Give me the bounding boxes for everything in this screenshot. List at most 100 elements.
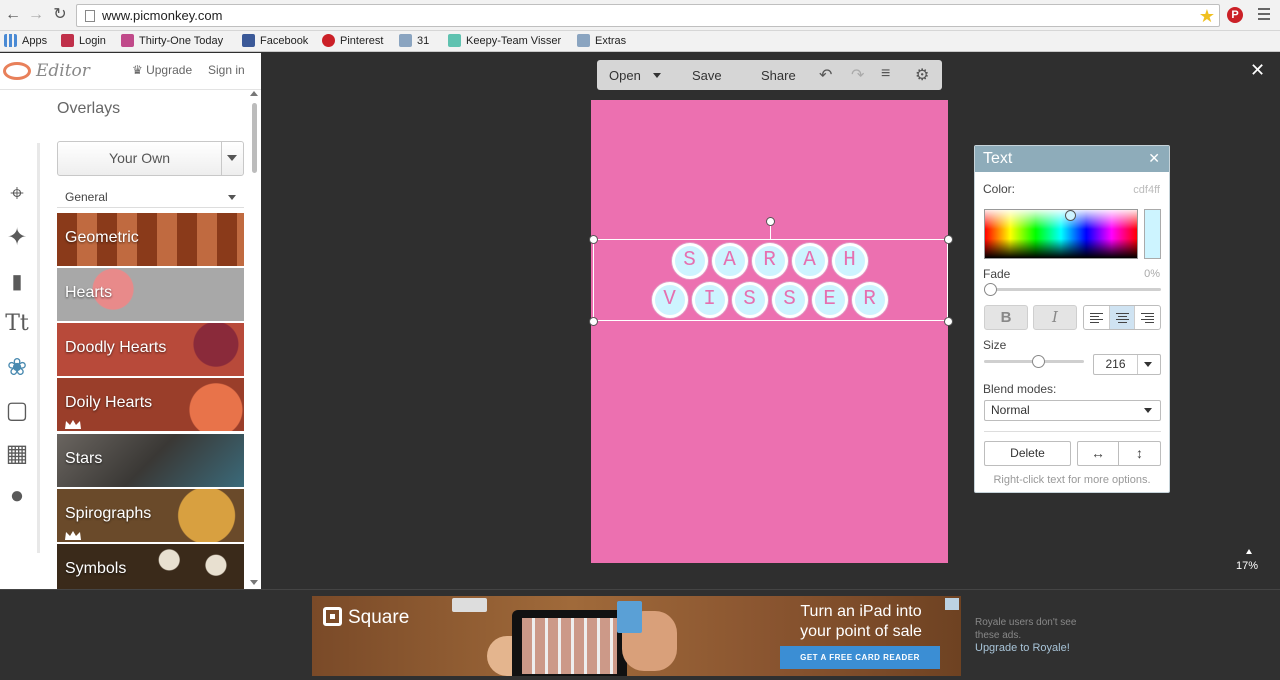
- square-ad-banner[interactable]: Square Turn an iPad into your point of s…: [312, 596, 961, 676]
- fade-value: 0%: [1144, 268, 1160, 280]
- chevron-down-icon: [228, 195, 236, 200]
- bookmark-label: Thirty-One Today: [139, 34, 224, 47]
- color-picker-handle[interactable]: [1065, 210, 1076, 221]
- overlay-stars[interactable]: Stars: [57, 434, 244, 487]
- italic-button[interactable]: I: [1033, 305, 1077, 330]
- palette-header[interactable]: Text ✕: [975, 146, 1169, 172]
- bookmark-login[interactable]: Login: [61, 34, 106, 47]
- overlay-symbols[interactable]: Symbols: [57, 544, 244, 589]
- rotate-handle[interactable]: [766, 217, 775, 226]
- resize-handle-bl[interactable]: [589, 317, 598, 326]
- align-right-icon[interactable]: [1135, 306, 1160, 329]
- magic-wand-icon[interactable]: ✦: [4, 225, 30, 251]
- forward-arrow-icon[interactable]: →: [27, 6, 45, 24]
- scroll-up-icon[interactable]: [250, 91, 258, 96]
- login-favicon: [61, 34, 74, 47]
- category-select[interactable]: General: [57, 186, 244, 208]
- sign-in-link[interactable]: Sign in: [208, 63, 245, 77]
- facebook-icon: [242, 34, 255, 47]
- size-slider-knob[interactable]: [1032, 355, 1045, 368]
- reload-icon[interactable]: ↻: [51, 6, 69, 24]
- crown-icon: [65, 531, 81, 540]
- crop-icon[interactable]: ⌖: [4, 181, 30, 207]
- ad-cta-button[interactable]: GET A FREE CARD READER: [780, 646, 940, 669]
- save-button[interactable]: Save: [692, 68, 722, 83]
- resize-handle-br[interactable]: [944, 317, 953, 326]
- bookmark-folder-31[interactable]: 31: [399, 34, 429, 47]
- letter-circle: A: [711, 243, 748, 279]
- back-arrow-icon[interactable]: ←: [4, 6, 22, 24]
- bookmark-pinterest[interactable]: Pinterest: [322, 34, 383, 47]
- bookmark-apps[interactable]: Apps: [4, 34, 47, 47]
- open-button[interactable]: Open: [609, 68, 641, 83]
- chevron-down-icon[interactable]: [653, 73, 661, 78]
- bookmark-star-icon[interactable]: ★: [1199, 5, 1215, 27]
- overlay-label: Doodly Hearts: [65, 339, 167, 356]
- size-value[interactable]: 216: [1094, 355, 1138, 374]
- upgrade-royale-link[interactable]: Upgrade to Royale!: [975, 642, 1070, 654]
- zoom-up-icon[interactable]: [1246, 549, 1252, 554]
- size-select[interactable]: 216: [1093, 354, 1161, 375]
- browser-menu-icon[interactable]: [1258, 8, 1270, 23]
- share-button[interactable]: Share: [761, 68, 796, 83]
- frame-icon[interactable]: ▢: [4, 398, 30, 424]
- redo-icon[interactable]: ↷: [851, 65, 864, 85]
- overlay-hearts[interactable]: Hearts: [57, 268, 244, 321]
- url-text[interactable]: www.picmonkey.com: [102, 8, 222, 23]
- editor-top-menu: Open Save Share ↶ ↷ ≡ ⚙: [597, 60, 942, 90]
- chevron-down-icon[interactable]: [227, 155, 237, 161]
- align-left-icon[interactable]: [1084, 306, 1110, 329]
- flip-horizontal-icon[interactable]: ↔: [1077, 441, 1119, 466]
- color-spectrum[interactable]: [984, 209, 1138, 259]
- delete-button[interactable]: Delete: [984, 441, 1071, 466]
- overlay-geometric[interactable]: Geometric: [57, 213, 244, 266]
- texture-icon[interactable]: ▦: [4, 441, 30, 467]
- zoom-level[interactable]: 17%: [1236, 560, 1258, 572]
- bold-button[interactable]: B: [984, 305, 1028, 330]
- close-icon[interactable]: ✕: [1148, 150, 1160, 167]
- apple-icon[interactable]: ●: [4, 483, 30, 509]
- fade-slider-track[interactable]: [989, 288, 1161, 291]
- bookmark-folder-extras[interactable]: Extras: [577, 34, 626, 47]
- color-hex-value[interactable]: cdf4ff: [1133, 184, 1160, 196]
- bookmark-label: Login: [79, 34, 106, 47]
- picmonkey-logo[interactable]: Editor: [3, 61, 90, 81]
- panel-scrollbar[interactable]: [248, 89, 260, 589]
- your-own-label: Your Own: [58, 142, 222, 175]
- settings-gear-icon[interactable]: ⚙: [915, 65, 929, 85]
- bookmark-facebook[interactable]: Facebook: [242, 34, 308, 47]
- folder-icon: [399, 34, 412, 47]
- your-own-button[interactable]: Your Own: [57, 141, 244, 176]
- divider: [0, 89, 261, 90]
- butterfly-icon[interactable]: ❀: [4, 355, 30, 381]
- text-tool-icon[interactable]: Tt: [4, 311, 30, 337]
- align-center-icon[interactable]: [1109, 306, 1136, 329]
- design-canvas[interactable]: S A R A H V I S S E R: [589, 100, 953, 563]
- address-bar[interactable]: www.picmonkey.com ★: [76, 4, 1220, 27]
- blend-mode-select[interactable]: Normal: [984, 400, 1161, 421]
- fade-slider-knob[interactable]: [984, 283, 997, 296]
- undo-icon[interactable]: ↶: [819, 65, 832, 85]
- scroll-thumb[interactable]: [252, 103, 257, 173]
- flip-vertical-icon[interactable]: ↕: [1119, 441, 1161, 466]
- pinterest-extension-icon[interactable]: P: [1227, 7, 1243, 23]
- bookmark-thirty-one[interactable]: Thirty-One Today: [121, 34, 223, 47]
- bookmark-keepy[interactable]: Keepy-Team Visser: [448, 34, 561, 47]
- chevron-down-icon[interactable]: [1144, 362, 1152, 367]
- layers-icon[interactable]: ≡: [881, 65, 890, 83]
- editor-brand: Editor: [36, 61, 90, 81]
- size-label: Size: [983, 338, 1007, 352]
- lipstick-icon[interactable]: ▮: [4, 269, 30, 295]
- ad-headline: Turn an iPad into your point of sale: [800, 603, 922, 640]
- adchoices-icon[interactable]: [945, 598, 959, 610]
- overlay-spirographs[interactable]: Spirographs: [57, 489, 244, 542]
- card-reader-image: [452, 598, 487, 612]
- alignment-group: [1083, 305, 1161, 330]
- upgrade-link[interactable]: ♛ Upgrade: [132, 63, 192, 77]
- close-editor-icon[interactable]: ✕: [1250, 60, 1265, 81]
- overlay-doodly-hearts[interactable]: Doodly Hearts: [57, 323, 244, 376]
- scroll-down-icon[interactable]: [250, 580, 258, 585]
- overlay-doily-hearts[interactable]: Doily Hearts: [57, 378, 244, 431]
- square-logo-icon: [323, 607, 342, 626]
- divider: [984, 431, 1161, 432]
